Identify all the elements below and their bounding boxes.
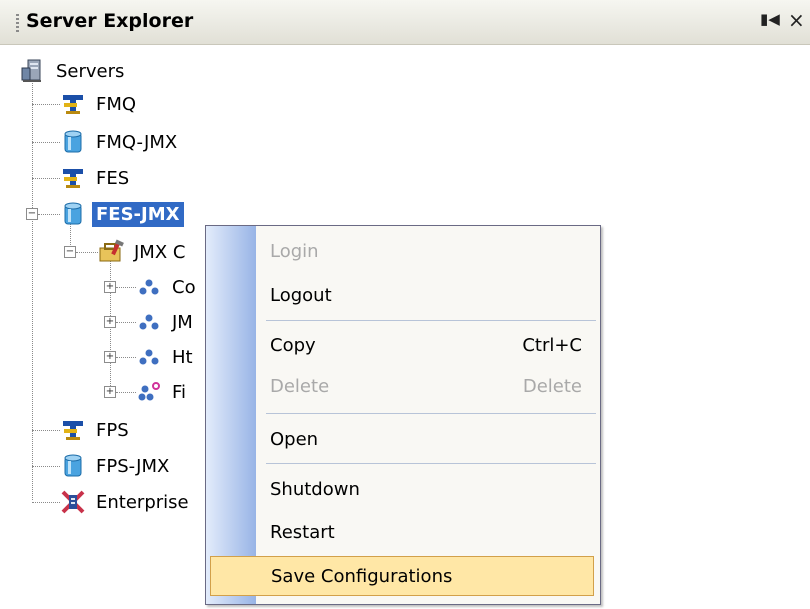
tree-label: Ht (172, 346, 193, 368)
tree-node-fmq-jmx[interactable]: FMQ-JMX (60, 127, 181, 157)
panel-title: Server Explorer (26, 10, 194, 32)
tree-label: FPS-JMX (96, 455, 170, 477)
expand-co-icon[interactable]: + (104, 281, 116, 293)
menu-item-save-configurations[interactable]: Save Configurations (210, 556, 594, 596)
menu-item-logout[interactable]: Logout (256, 276, 596, 314)
tree-node-fes-jmx[interactable]: FES-JMX (60, 199, 184, 229)
menu-item-shutdown[interactable]: Shutdown (256, 470, 596, 508)
tree-connector (116, 322, 136, 323)
connection-group-icon (136, 274, 162, 300)
tree-label: FMQ-JMX (96, 131, 178, 153)
tree-connector (32, 466, 60, 467)
expand-fi-icon[interactable]: + (104, 386, 116, 398)
tree-node-fes[interactable]: FES (60, 163, 133, 193)
menu-separator (266, 320, 596, 321)
menu-item-delete[interactable]: Delete Delete (256, 367, 596, 405)
server-f-icon (60, 91, 86, 117)
connection-group-icon (136, 344, 162, 370)
expand-jm-icon[interactable]: + (104, 316, 116, 328)
server-f-icon (60, 165, 86, 191)
menu-icon-gutter (206, 226, 256, 604)
context-menu: Login Logout Copy Ctrl+C Delete Delete O… (205, 225, 601, 605)
tree-label-selected: FES-JMX (92, 201, 184, 227)
menu-item-copy[interactable]: Copy Ctrl+C (256, 326, 596, 364)
server-explorer-panel: Server Explorer ▮◀ × − − + + + + Servers… (0, 0, 810, 609)
menu-item-restart[interactable]: Restart (256, 513, 596, 551)
tree-node-jmx[interactable]: JMX C (98, 237, 189, 267)
tree-label: JMX C (134, 241, 186, 263)
tree-connector (32, 142, 60, 143)
tree-node-ht[interactable]: Ht (136, 342, 197, 372)
menu-item-open[interactable]: Open (256, 420, 596, 458)
servers-icon (20, 58, 46, 84)
tree-node-co[interactable]: Co (136, 272, 200, 302)
tree-label: JM (172, 311, 193, 333)
tree-connector (32, 502, 60, 503)
tree-connector (76, 252, 98, 253)
tree-connector (116, 357, 136, 358)
tree-label: Fi (172, 381, 187, 403)
jmx-cylinder-icon (60, 453, 86, 479)
tree-node-enterprise[interactable]: Enterprise (60, 487, 193, 517)
panel-titlebar[interactable]: Server Explorer ▮◀ × (0, 0, 810, 45)
shortcut-delete: Delete (522, 375, 582, 397)
shortcut-copy: Ctrl+C (522, 334, 582, 356)
close-icon[interactable]: × (788, 8, 805, 32)
tree-label: Servers (56, 60, 125, 82)
collapse-fes-jmx-icon[interactable]: − (26, 208, 38, 220)
menu-separator (266, 413, 596, 414)
collapse-jmx-icon[interactable]: − (64, 246, 76, 258)
tree-connector (32, 104, 60, 105)
tree-label: FPS (96, 419, 129, 441)
menu-separator (266, 463, 596, 464)
tree-connector (38, 214, 60, 215)
tree-connector (116, 392, 136, 393)
server-f-icon (60, 417, 86, 443)
jmx-cylinder-icon (60, 129, 86, 155)
tree-node-fi[interactable]: Fi (136, 377, 190, 407)
connection-group-pink-icon (136, 379, 162, 405)
tree-node-jm[interactable]: JM (136, 307, 197, 337)
tree-label: Enterprise (96, 491, 189, 513)
connection-group-icon (136, 309, 162, 335)
tree-connector (32, 178, 60, 179)
jmx-cylinder-icon (60, 201, 86, 227)
auto-hide-pin-icon[interactable]: ▮◀ (760, 10, 780, 28)
menu-item-login[interactable]: Login (256, 232, 596, 270)
tree-label: FMQ (96, 93, 137, 115)
tree-node-fmq[interactable]: FMQ (60, 89, 140, 119)
tree-connector (32, 62, 33, 500)
enterprise-x-icon (60, 489, 86, 515)
tree-node-fps[interactable]: FPS (60, 415, 133, 445)
jmx-toolbox-icon (98, 239, 124, 265)
tree-node-servers[interactable]: Servers (20, 56, 128, 86)
tree-connector (116, 287, 136, 288)
tree-node-fps-jmx[interactable]: FPS-JMX (60, 451, 173, 481)
expand-ht-icon[interactable]: + (104, 351, 116, 363)
tree-connector (32, 430, 60, 431)
drag-grip-icon[interactable] (16, 14, 19, 32)
tree-label: FES (96, 167, 130, 189)
tree-label: Co (172, 276, 196, 298)
